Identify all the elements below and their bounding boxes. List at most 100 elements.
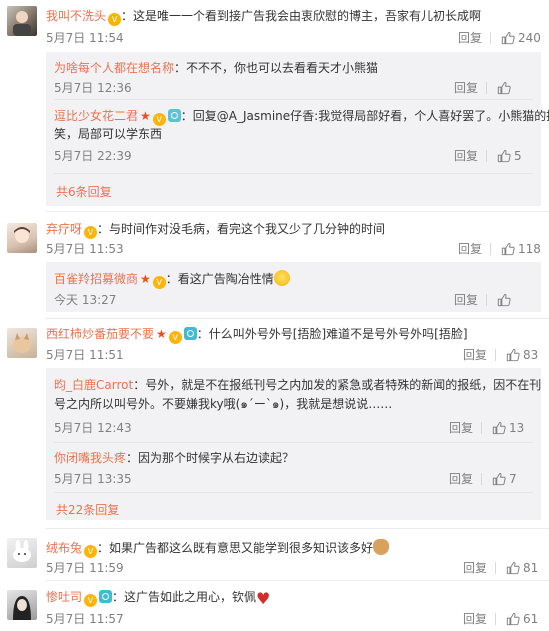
thumbs-up-icon [506, 561, 520, 575]
like-count: 83 [523, 348, 539, 362]
like-button[interactable]: 7 [492, 471, 517, 487]
timestamp: 5月7日 12:43 [54, 421, 132, 435]
comment-item: 弃疗呀 V ：与时间作对没毛病，看完这个我又少了几分钟的时间 5月7日 11:53 … [0, 212, 549, 316]
like-count: 5 [514, 149, 522, 163]
comment-item: 惨吐司 V ：这广告如此之用心，钦佩♥ 5月7日 11:57 回复 61 [0, 581, 549, 631]
thumbs-up-icon [506, 348, 520, 362]
username-link[interactable]: 弃疗呀 [46, 222, 82, 236]
reply-text: ：号外，就是不在报纸刊号之内加发的紧急或者特殊的新闻的报纸，因不在刊 [133, 378, 542, 392]
comment-text: ：如果广告都这么既有意思又能学到很多知识该多好 [97, 541, 374, 555]
separator [54, 492, 533, 493]
avatar[interactable] [7, 6, 37, 36]
comment-body: 弃疗呀 V ：与时间作对没毛病，看完这个我又少了几分钟的时间 [46, 221, 385, 239]
username-link[interactable]: 为啥每个人都在想名称 [54, 61, 174, 75]
reply-text: ：不不不，你也可以去看看天才小熊猫 [174, 61, 379, 75]
timestamp: 5月7日 11:59 [46, 561, 124, 575]
divider [490, 32, 491, 44]
vip-icon: V [168, 331, 182, 344]
vip-icon: V [152, 113, 166, 126]
timestamp: 5月7日 11:53 [46, 242, 124, 256]
more-replies-link[interactable]: 共6条回复 [56, 183, 112, 200]
username-link[interactable]: 惨吐司 [46, 590, 82, 604]
reply-text: ：回复@A_Jasmine仔香:我觉得局部好看，个人喜好罢了。小熊猫的搞 [180, 109, 549, 123]
avatar[interactable] [7, 538, 37, 568]
comment-body: 绒布兔 V ：如果广告都这么既有意思又能学到很多知识该多好 [46, 539, 390, 558]
avatar[interactable] [7, 223, 37, 253]
username-link[interactable]: 你闭嘴我头疼 [54, 451, 126, 465]
like-count: 13 [509, 421, 525, 435]
comment-text: ：这广告如此之用心，钦佩 [112, 590, 257, 604]
divider [481, 422, 482, 434]
username-link[interactable]: 昀_白鹿Carrot [54, 378, 133, 392]
avatar[interactable] [7, 328, 37, 358]
reply-button[interactable]: 回复 [454, 80, 478, 96]
reply-button[interactable]: 回复 [449, 471, 473, 487]
like-count: 118 [518, 242, 541, 256]
thumbs-up-icon [501, 31, 515, 45]
like-button[interactable] [497, 80, 514, 96]
like-button[interactable]: 81 [506, 560, 538, 576]
separator [54, 173, 533, 174]
divider [486, 294, 487, 306]
reply-button[interactable]: 回复 [449, 420, 473, 436]
reply-text-cont: 号之内所以叫号外。不要嫌我ky哦(๑´ー`๑)，我就是想说说…… [54, 397, 393, 411]
like-button[interactable]: 13 [492, 420, 524, 436]
comment-text: ：这是唯一一个看到接广告我会由衷欣慰的博主，吾家有儿初长成啊 [121, 9, 482, 23]
comment-item: 绒布兔 V ：如果广告都这么既有意思又能学到很多知识该多好 5月7日 11:59 回… [0, 529, 549, 579]
reply-button[interactable]: 回复 [454, 148, 478, 164]
comment-body: 惨吐司 V ：这广告如此之用心，钦佩♥ [46, 589, 272, 607]
cat-badge-icon [167, 109, 181, 122]
heart-emoji-icon: ♥ [256, 589, 271, 608]
reply-button[interactable]: 回复 [463, 560, 487, 576]
divider [486, 82, 487, 94]
vip-icon: V [84, 226, 98, 239]
username-link[interactable]: 我叫不洗头 [46, 9, 106, 23]
vip-icon: V [84, 545, 98, 558]
reply-button[interactable]: 回复 [454, 292, 478, 308]
reply-item: 昀_白鹿Carrot：号外，就是不在报纸刊号之内加发的紧急或者特殊的新闻的报纸，… [46, 368, 541, 438]
reply-item: 百雀羚招募微商 ★ V ：看这广告陶冶性情 今天 13:27 回复 [46, 262, 541, 312]
reply-button[interactable]: 回复 [458, 30, 482, 46]
divider [486, 150, 487, 162]
divider [495, 349, 496, 361]
timestamp: 5月7日 11:54 [46, 31, 124, 45]
username-link[interactable]: 绒布兔 [46, 541, 82, 555]
thumbs-up-icon [501, 242, 515, 256]
reply-item: 你闭嘴我头疼：因为那个时候字从右边读起？ 5月7日 13:35 回复 7 [46, 443, 541, 491]
thumbs-up-icon [497, 293, 511, 307]
vip-icon: V [152, 276, 166, 289]
camera-badge-icon [99, 590, 113, 603]
thumbs-up-icon [506, 612, 520, 626]
divider [495, 562, 496, 574]
divider [495, 613, 496, 625]
reply-panel: 百雀羚招募微商 ★ V ：看这广告陶冶性情 今天 13:27 回复 [46, 262, 541, 312]
more-replies-link[interactable]: 共22条回复 [56, 501, 119, 518]
like-count: 240 [518, 31, 541, 45]
reply-item: 逗比少女花二君 ★ V ：回复@A_Jasmine仔香:我觉得局部好看，个人喜好罢了。… [46, 100, 549, 172]
reply-text: ：看这广告陶冶性情 [165, 272, 274, 286]
avatar[interactable] [7, 590, 37, 620]
reply-button[interactable]: 回复 [458, 241, 482, 257]
timestamp: 今天 13:27 [54, 293, 117, 307]
timestamp: 5月7日 12:36 [54, 81, 132, 95]
username-link[interactable]: 逗比少女花二君 [54, 109, 138, 123]
like-button[interactable]: 240 [501, 30, 541, 46]
thumbs-up-icon [497, 149, 511, 163]
username-link[interactable]: 西红柿炒番茄要不要 [46, 327, 154, 341]
like-button[interactable]: 5 [497, 148, 522, 164]
reply-panel: 昀_白鹿Carrot：号外，就是不在报纸刊号之内加发的紧急或者特殊的新闻的报纸，… [46, 368, 541, 520]
doge-emoji-icon [373, 539, 390, 555]
like-button[interactable]: 118 [501, 241, 541, 257]
like-button[interactable]: 83 [506, 347, 538, 363]
reply-button[interactable]: 回复 [463, 347, 487, 363]
timestamp: 5月7日 13:35 [54, 472, 132, 486]
like-button[interactable] [497, 292, 514, 308]
reply-button[interactable]: 回复 [463, 611, 487, 627]
like-button[interactable]: 61 [506, 611, 538, 627]
username-link[interactable]: 百雀羚招募微商 [54, 272, 138, 286]
comment-body: 我叫不洗头 V ：这是唯一一个看到接广告我会由衷欣慰的博主，吾家有儿初长成啊 [46, 8, 481, 26]
comment-item: 西红柿炒番茄要不要 ★ V ：什么叫外号外号[捂脸]难道不是号外号外吗[捂脸] 5月7… [0, 319, 549, 525]
timestamp: 5月7日 11:57 [46, 612, 124, 626]
grin-emoji-icon [273, 270, 290, 286]
reply-text: ：因为那个时候字从右边读起？ [126, 451, 295, 465]
